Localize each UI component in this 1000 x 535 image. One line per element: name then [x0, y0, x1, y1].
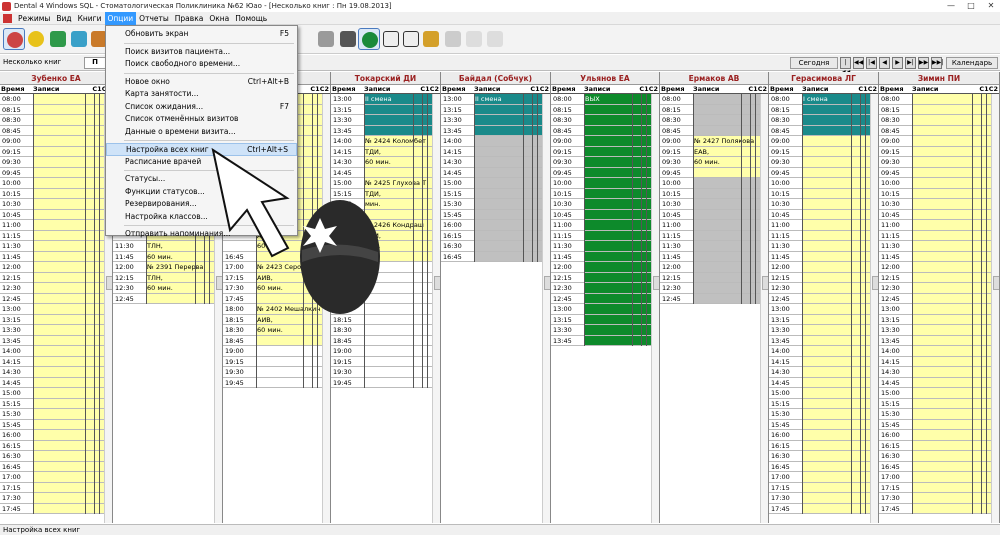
cursor-overlay — [211, 147, 380, 314]
helmet-icon — [300, 200, 380, 314]
arrow-cursor-icon — [211, 147, 290, 258]
